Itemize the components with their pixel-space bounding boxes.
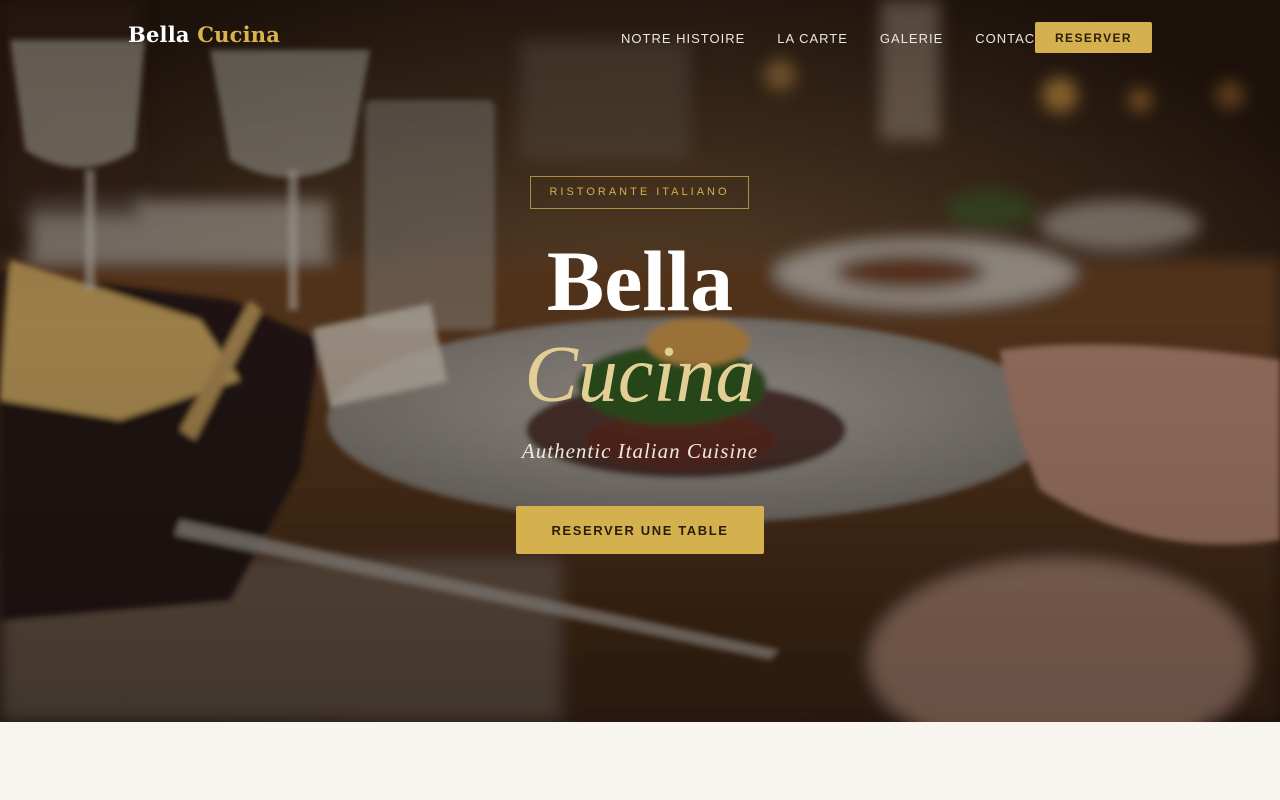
hero-section: Bella Cucina NOTRE HISTOIRE LA CARTE GAL… <box>0 0 1280 722</box>
hero-eyebrow: RISTORANTE ITALIANO <box>530 176 749 209</box>
next-section <box>0 722 1280 800</box>
reserve-table-button[interactable]: RESERVER UNE TABLE <box>516 506 764 554</box>
hero-content: RISTORANTE ITALIANO Bella Cucina Authent… <box>0 0 1280 722</box>
hero-title-line1: Bella <box>546 233 734 329</box>
hero-tagline: Authentic Italian Cuisine <box>521 439 759 463</box>
hero-title-line2: Cucina <box>524 331 756 419</box>
